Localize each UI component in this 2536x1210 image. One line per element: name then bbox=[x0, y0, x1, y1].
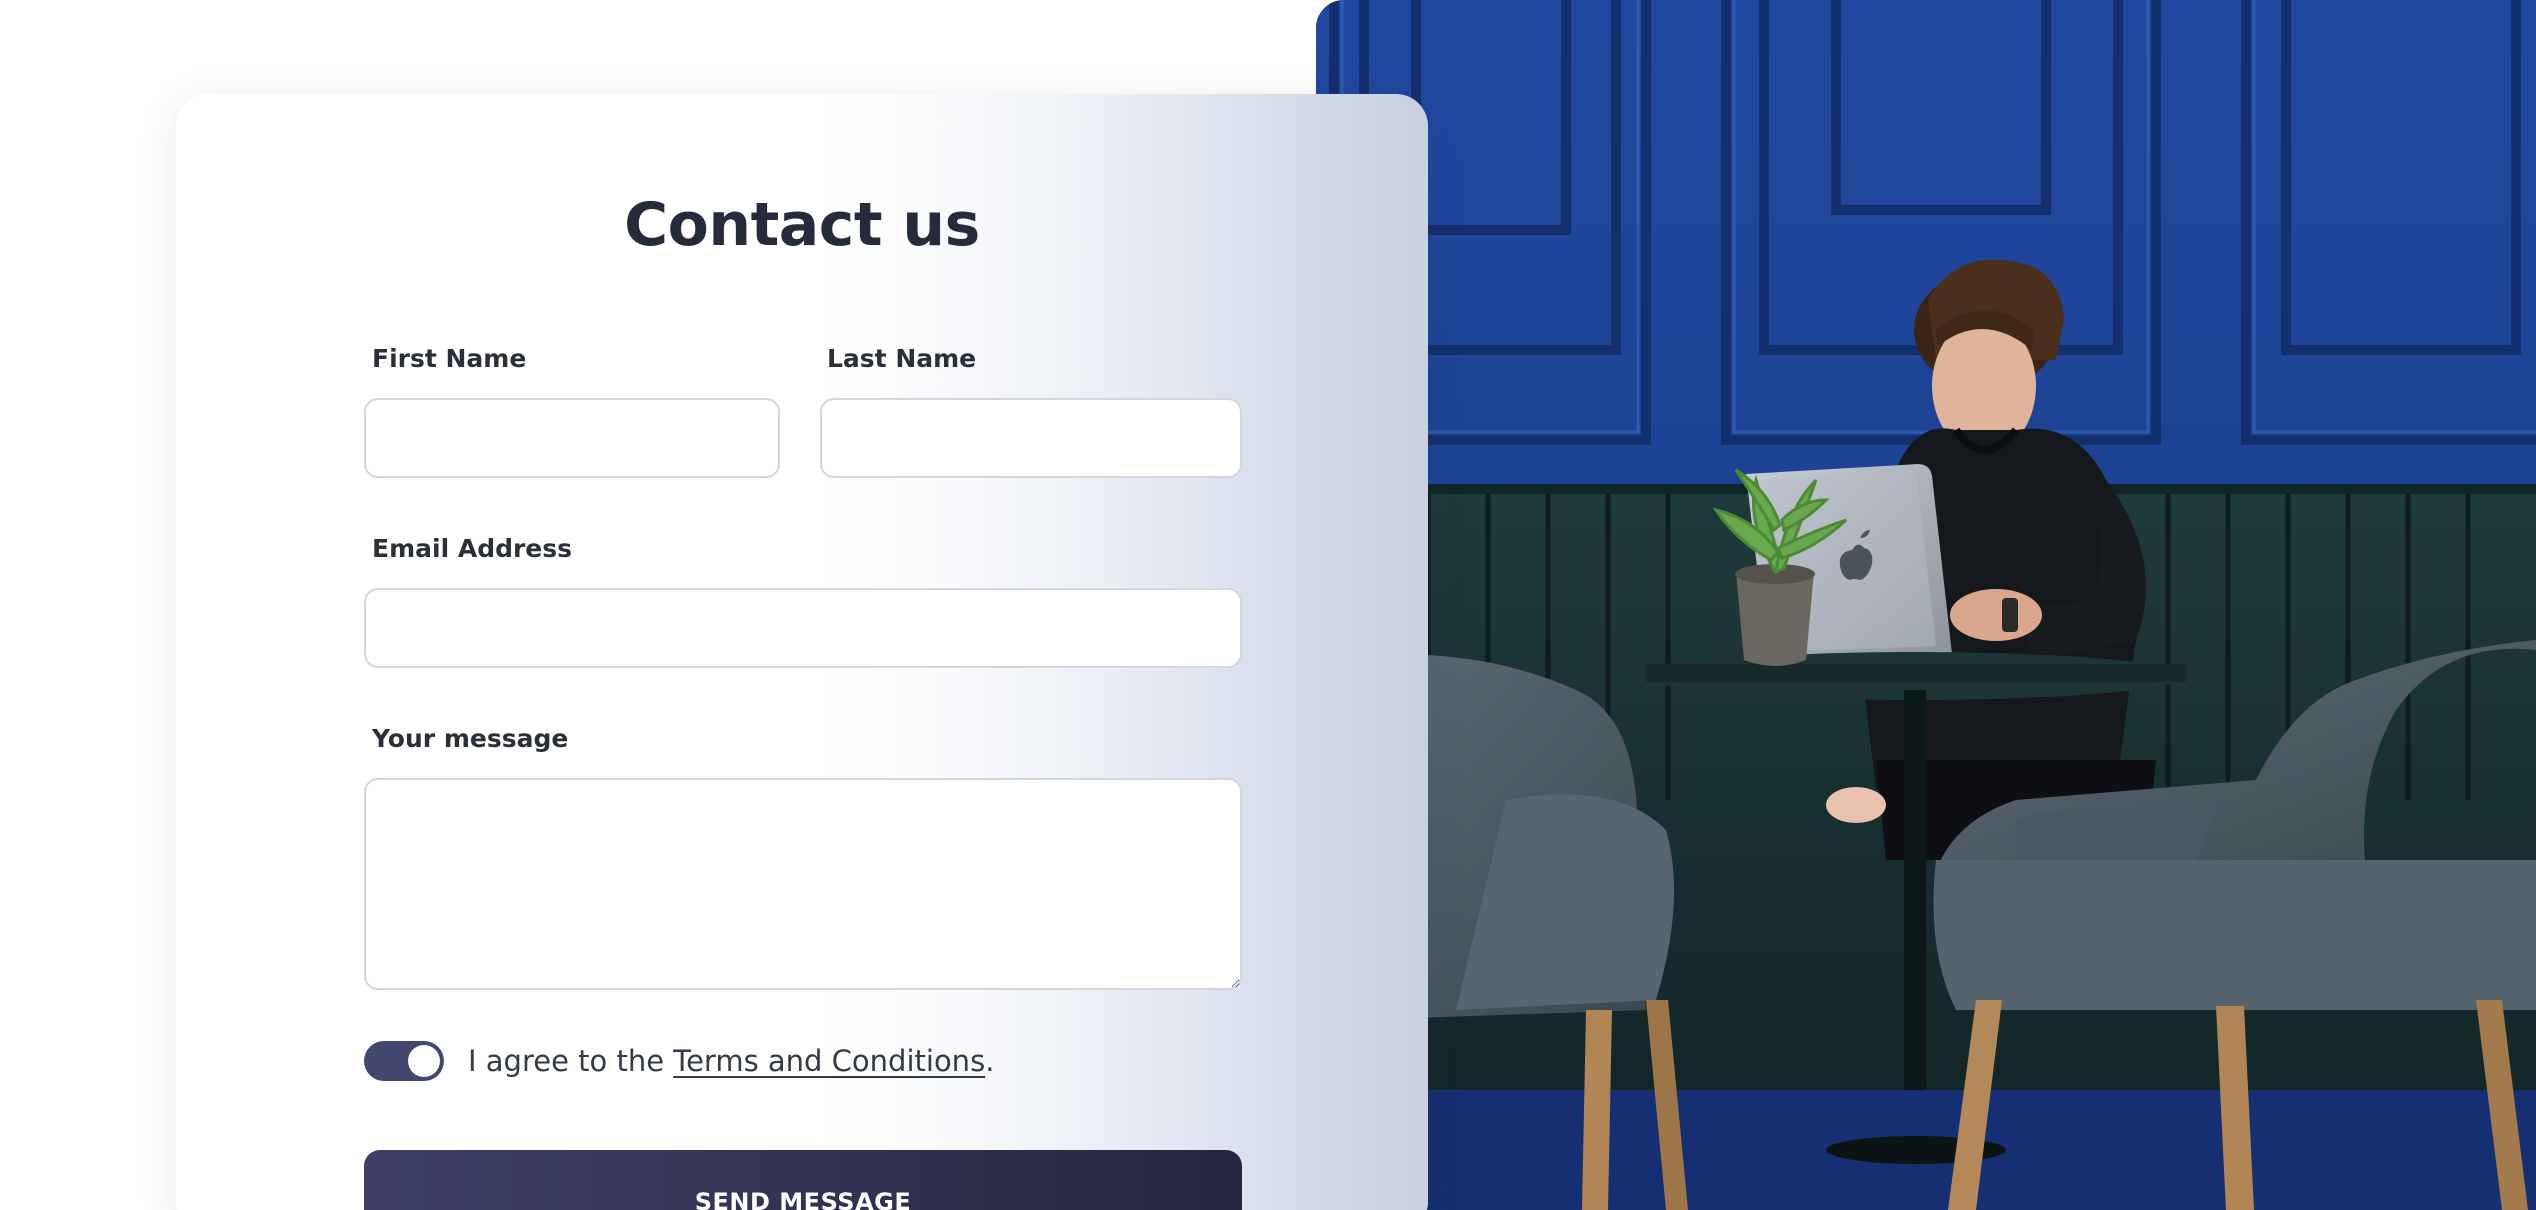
terms-agreement: I agree to the Terms and Conditions. bbox=[468, 1044, 994, 1078]
form-title: Contact us bbox=[624, 190, 980, 260]
terms-toggle[interactable] bbox=[364, 1041, 444, 1081]
message-label: Your message bbox=[372, 724, 569, 753]
terms-text-before: I agree to the bbox=[468, 1044, 674, 1078]
contact-page: Contact us First Name Last Name Email Ad… bbox=[0, 0, 2536, 1210]
last-name-field[interactable] bbox=[820, 398, 1242, 478]
contact-form-card: Contact us First Name Last Name Email Ad… bbox=[176, 94, 1428, 1210]
last-name-label: Last Name bbox=[827, 344, 977, 373]
message-field[interactable] bbox=[364, 778, 1242, 990]
first-name-label: First Name bbox=[372, 344, 527, 373]
first-name-field[interactable] bbox=[364, 398, 780, 478]
send-message-button[interactable]: SEND MESSAGE bbox=[364, 1150, 1242, 1210]
hero-photo bbox=[1316, 0, 2536, 1210]
toggle-switch-icon bbox=[408, 1045, 440, 1077]
terms-text-after: . bbox=[985, 1044, 995, 1078]
terms-link[interactable]: Terms and Conditions bbox=[673, 1044, 985, 1078]
email-field[interactable] bbox=[364, 588, 1242, 668]
email-label: Email Address bbox=[372, 534, 573, 563]
